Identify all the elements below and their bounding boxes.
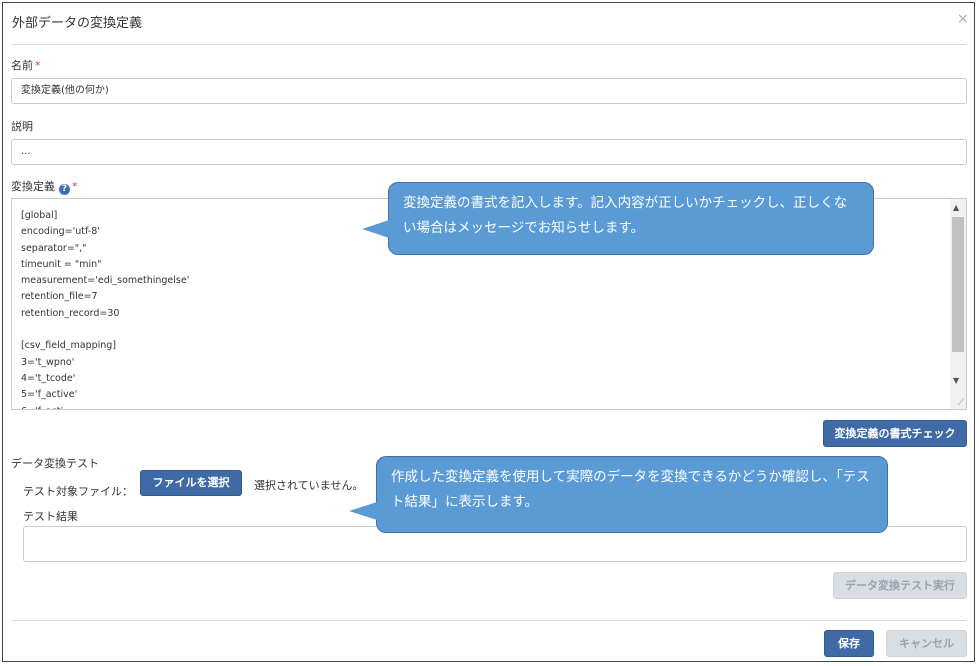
definition-code: [global] encoding='utf-8' separator="," tim… <box>21 208 190 409</box>
definition-line: 4='t_tcode' <box>21 372 76 384</box>
test-section-label: データ変換テスト <box>11 457 99 470</box>
definition-line: retention_record=30 <box>21 307 120 319</box>
test-file-label: テスト対象ファイル： <box>23 485 133 498</box>
description-label: 説明 <box>11 120 33 133</box>
definition-line: separator="," <box>21 242 87 254</box>
definition-line: encoding='utf-8' <box>21 226 100 238</box>
save-button[interactable]: 保存 <box>824 630 874 657</box>
scroll-down-icon[interactable]: ▼ <box>953 376 959 385</box>
definition-line <box>21 322 189 338</box>
scrollbar-thumb[interactable] <box>952 217 964 352</box>
name-label-row: 名前 * <box>11 57 41 73</box>
definition-line: retention_file=7 <box>21 291 98 303</box>
choose-file-button[interactable]: ファイルを選択 <box>140 470 242 496</box>
close-icon[interactable]: × <box>957 11 969 27</box>
definition-line: measurement='edi_somethingelse' <box>21 275 190 287</box>
definition-callout: 変換定義の書式を記入します。記入内容が正しいかチェックし、正しくない場合はメッセ… <box>388 182 874 255</box>
test-result-label: テスト結果 <box>23 510 78 523</box>
name-label: 名前 <box>11 59 33 72</box>
definition-callout-text: 変換定義の書式を記入します。記入内容が正しいかチェックし、正しくない場合はメッセ… <box>403 195 848 236</box>
header-divider <box>12 44 966 45</box>
resize-handle-icon[interactable]: ⟋ <box>958 398 964 408</box>
definition-line: [csv_field_mapping] <box>21 340 117 352</box>
test-callout-text: 作成した変換定義を使用して実際のデータを変換できるかどうか確認し、「テスト結果」… <box>391 469 870 510</box>
definition-line: [global] <box>21 210 58 221</box>
definition-line: timeunit = "min" <box>21 258 102 270</box>
definition-line: 5='f_active' <box>21 389 78 401</box>
test-callout: 作成した変換定義を使用して実際のデータを変換できるかどうか確認し、「テスト結果」… <box>376 456 888 533</box>
definition-line: 3='t_wpno' <box>21 356 75 368</box>
footer-divider <box>12 620 966 621</box>
dialog-title: 外部データの変換定義 <box>12 16 143 31</box>
cancel-button[interactable]: キャンセル <box>886 630 967 657</box>
definition-label-row: 変換定義? * <box>11 178 78 195</box>
name-input[interactable]: 変換定義(他の何か) <box>11 78 967 104</box>
format-check-button[interactable]: 変換定義の書式チェック <box>823 420 967 447</box>
test-callout-pointer <box>349 502 377 520</box>
definition-callout-pointer <box>362 220 389 238</box>
run-test-button[interactable]: データ変換テスト実行 <box>833 572 967 599</box>
description-input[interactable]: ... <box>11 139 967 165</box>
scrollbar[interactable]: ▲ ▼ <box>950 199 966 409</box>
required-mark: * <box>35 59 41 72</box>
definition-line: 6='f_acti <box>21 404 189 409</box>
scroll-up-icon[interactable]: ▲ <box>953 203 959 212</box>
definition-label: 変換定義 <box>11 180 55 193</box>
file-status-text: 選択されていません。 <box>254 479 364 492</box>
required-mark: * <box>72 180 78 193</box>
help-icon[interactable]: ? <box>59 184 70 195</box>
